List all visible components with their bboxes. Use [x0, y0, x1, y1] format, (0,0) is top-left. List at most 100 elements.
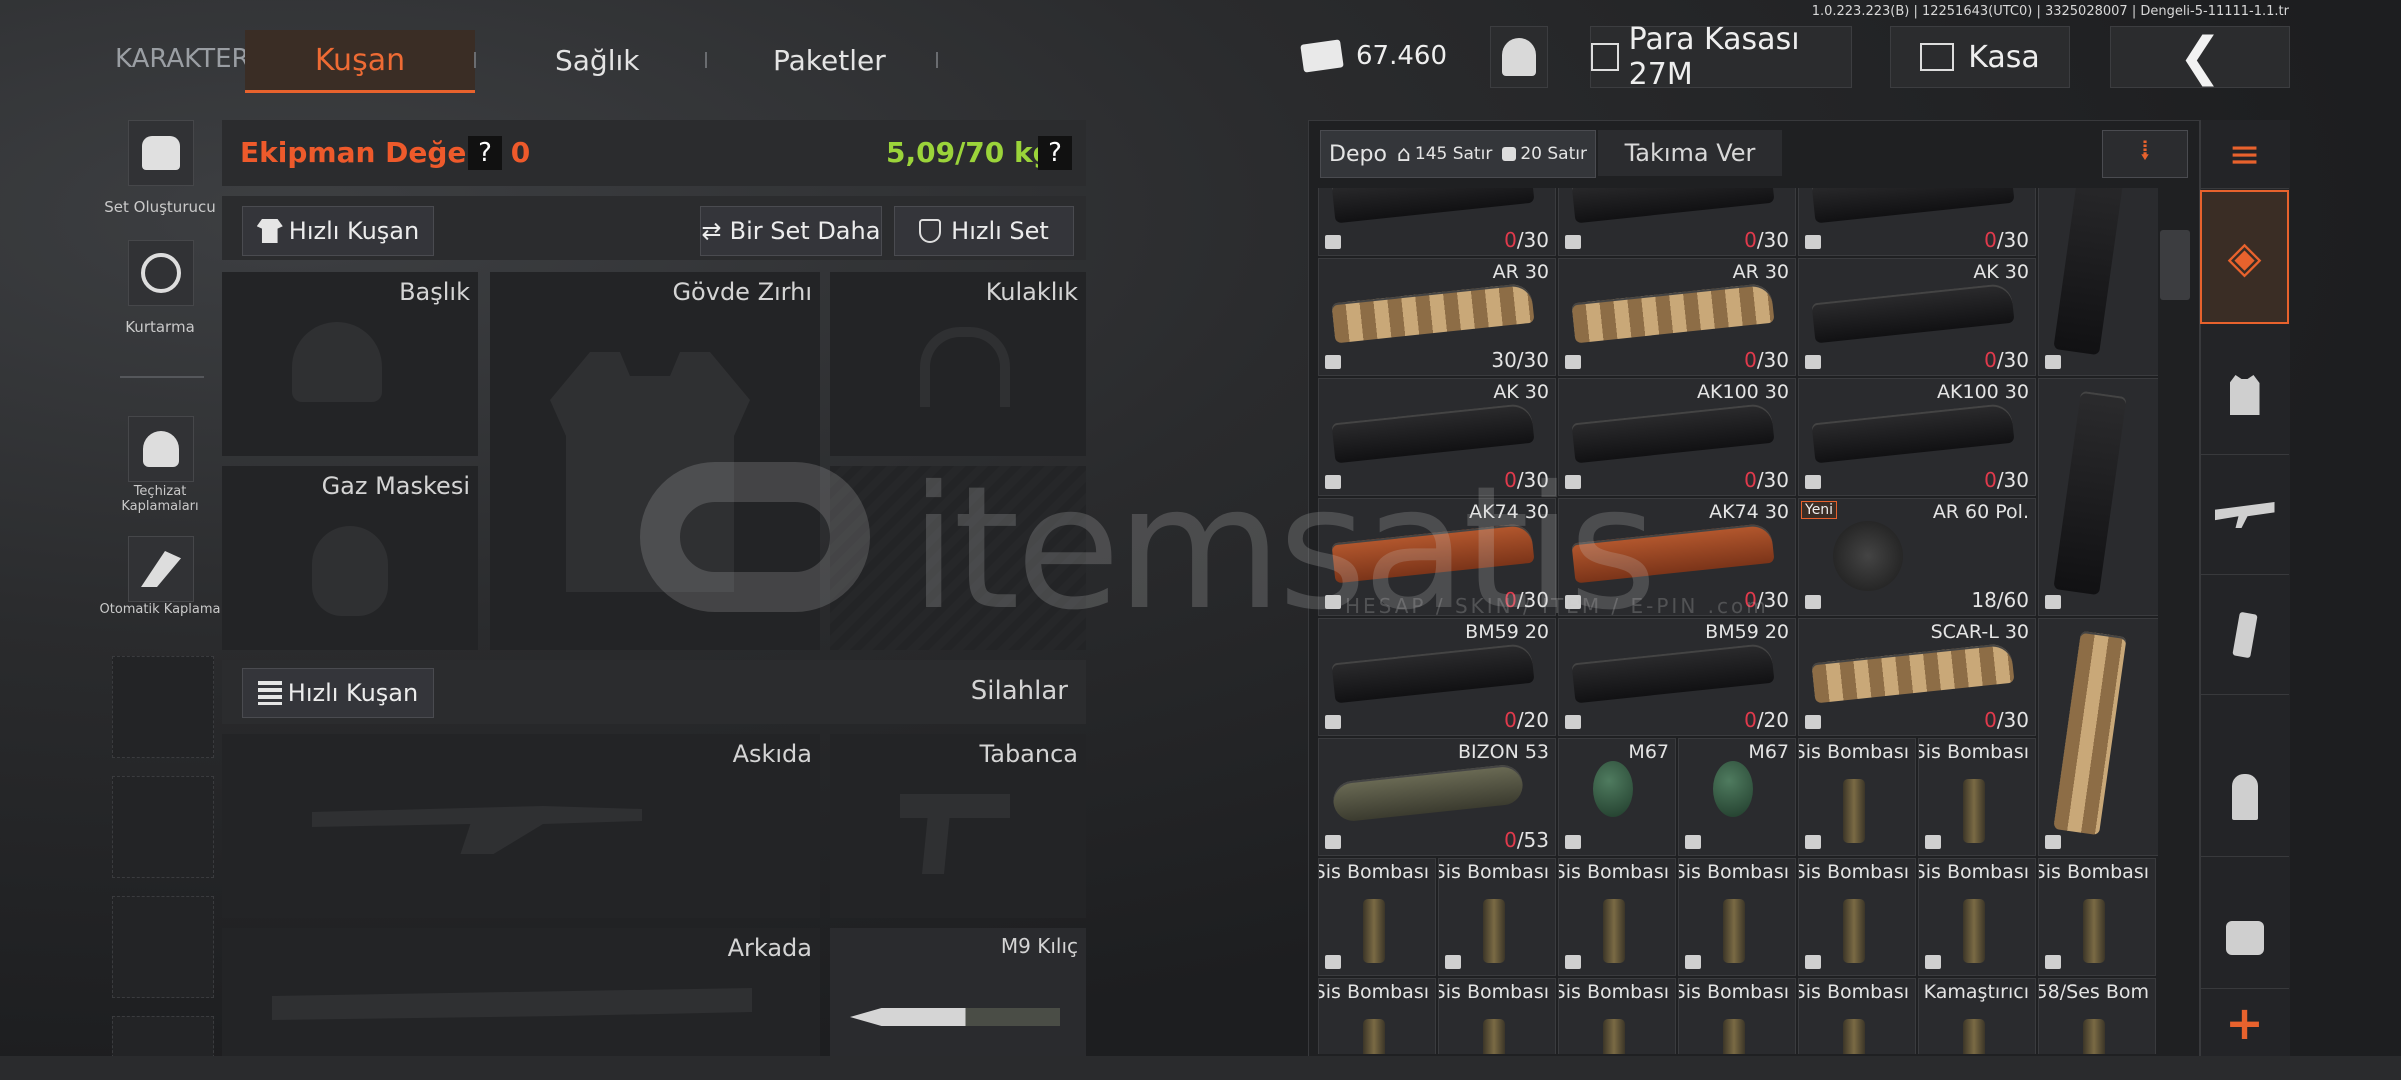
tab-saglik[interactable]: Sağlık: [555, 44, 639, 77]
inventory-item[interactable]: Sis Bombası: [2038, 858, 2156, 976]
sort-button[interactable]: ⭭: [2102, 130, 2188, 178]
inventory-item[interactable]: BIZON 53 0/53: [1318, 738, 1556, 856]
storage-box-icon: [1565, 235, 1581, 249]
takima-ver-tab[interactable]: Takıma Ver: [1598, 130, 1782, 176]
category-selected[interactable]: ◈: [2200, 190, 2289, 324]
inventory-item[interactable]: Sis Bombası: [1558, 858, 1676, 976]
category-all[interactable]: ≡: [2200, 120, 2289, 189]
set-olusturucu-button[interactable]: [128, 120, 194, 186]
magazine-icon: [1571, 188, 1775, 224]
slot-label: Kulaklık: [985, 278, 1078, 306]
hizli-kusan-weapons-button[interactable]: Hızlı Kuşan: [242, 668, 434, 718]
slot-kulaklik[interactable]: Kulaklık: [830, 272, 1086, 456]
inventory-item[interactable]: Sis Bombası: [1438, 858, 1556, 976]
inventory-item[interactable]: AK 30 0/30: [1798, 258, 2036, 376]
inventory-item[interactable]: Sis Bombası: [1918, 738, 2036, 856]
inventory-item[interactable]: Sis Bombası: [1438, 978, 1556, 1054]
inventory-item[interactable]: AR 300/30: [1558, 258, 1796, 376]
item-count-max: /30: [1996, 468, 2029, 492]
item-count: 0/30: [1504, 228, 1549, 252]
inventory-item[interactable]: Sis Bombası: [1678, 858, 1796, 976]
item-count-max: /30: [1996, 348, 2029, 372]
back-button[interactable]: ❮: [2110, 26, 2290, 88]
inventory-item[interactable]: AR 300/30: [1558, 188, 1796, 256]
inventory-item[interactable]: Göz Kamaştırıcı: [1918, 978, 2036, 1054]
operator-button[interactable]: [1490, 26, 1548, 88]
money-amount: 67.460: [1356, 41, 1447, 71]
storage-box-icon: [1805, 955, 1821, 969]
inventory-item[interactable]: SCAR-L 300/30: [1798, 618, 2036, 736]
help-icon[interactable]: ?: [1038, 136, 1072, 170]
empty-slot[interactable]: [112, 776, 214, 878]
slot-baslik[interactable]: Başlık: [222, 272, 478, 456]
inventory-item[interactable]: Sis Bombası: [1798, 738, 1916, 856]
cash-icon: [1300, 39, 1344, 73]
equipment-header: Ekipman Değeri: 0 ? 5,09/70 kg ?: [222, 120, 1086, 186]
recovery-icon: [141, 253, 181, 293]
silahlar-label: Silahlar: [970, 676, 1068, 706]
add-category-button[interactable]: +: [2200, 990, 2289, 1056]
category-attachment[interactable]: [2200, 888, 2289, 989]
slot-gaz-maskesi[interactable]: Gaz Maskesi: [222, 466, 478, 650]
inventory-item[interactable]: M67: [1558, 738, 1676, 856]
inventory-item[interactable]: M67: [1678, 738, 1796, 856]
depo-tab[interactable]: Depo ⌂ 145 Satır 20 Satır: [1320, 130, 1596, 178]
inventory-item[interactable]: Sis Bombası: [1318, 978, 1436, 1054]
magazine-icon: [2053, 630, 2127, 836]
inventory-item[interactable]: AR 300/30: [2038, 188, 2158, 376]
inventory-item[interactable]: AR 300/30: [1798, 188, 2036, 256]
kasa-button[interactable]: Kasa: [1890, 26, 2070, 88]
inventory-item[interactable]: AR 60 Pol. 18/60 Yeni: [1798, 498, 2036, 616]
swap-icon: ⇄: [701, 217, 722, 245]
category-armor[interactable]: [2200, 336, 2289, 455]
item-name: Sis Bombası: [1678, 981, 1789, 1003]
item-count: 0/30: [1744, 228, 1789, 252]
item-name: AR 30: [1732, 261, 1789, 283]
empty-slot[interactable]: [112, 656, 214, 758]
slot-m9[interactable]: M9 Kılıç: [830, 928, 1086, 1056]
empty-slot[interactable]: [112, 1016, 214, 1058]
slot-askida[interactable]: Askıda: [222, 734, 820, 918]
kurtarma-button[interactable]: [128, 240, 194, 306]
tab-paketler[interactable]: Paketler: [773, 44, 886, 77]
empty-slot[interactable]: [112, 896, 214, 998]
slot-tabanca[interactable]: Tabanca: [830, 734, 1086, 918]
inventory-item[interactable]: Sis Bombası: [1918, 858, 2036, 976]
item-count-empty: 0: [1984, 708, 1997, 732]
inventory-item[interactable]: AR 300/30: [1318, 188, 1556, 256]
inventory-item[interactable]: Sis Bombası: [1798, 858, 1916, 976]
category-rifle[interactable]: [2200, 456, 2289, 575]
storage-box-icon: [1805, 355, 1821, 369]
inventory-item[interactable]: AR 30 30/30: [1318, 258, 1556, 376]
slot-label: Askıda: [732, 740, 812, 768]
para-kasasi-button[interactable]: Para Kasası 27M: [1590, 22, 1852, 92]
slot-arkada[interactable]: Arkada: [222, 928, 820, 1056]
tab-kusan[interactable]: Kuşan: [245, 30, 475, 93]
item-name: Sis Bombası: [1318, 861, 1429, 883]
otomatik-button[interactable]: [128, 536, 194, 602]
inventory-item[interactable]: Sis Bombası: [1678, 978, 1796, 1054]
inventory-item[interactable]: Sis Bombası: [1318, 858, 1436, 976]
bir-set-daha-button[interactable]: ⇄ Bir Set Daha: [700, 206, 882, 256]
inventory-item[interactable]: SCAR-L 300/30: [2038, 618, 2158, 856]
smoke-grenade-icon: [1603, 1019, 1625, 1054]
inventory-item[interactable]: Sis Bombası: [1798, 978, 1916, 1054]
inventory-item[interactable]: Sis Bombası: [1558, 978, 1676, 1054]
help-icon[interactable]: ?: [468, 136, 502, 170]
inventory-item[interactable]: K58/Ses Bom: [2038, 978, 2156, 1054]
inventory-scrollbar[interactable]: [2160, 230, 2190, 300]
inventory-item[interactable]: AK100 30 0/30: [1798, 378, 2036, 496]
tab-karakter[interactable]: KARAKTER: [115, 44, 250, 74]
inventory-item[interactable]: AK100-300/30: [2038, 378, 2158, 616]
category-ammo[interactable]: [2200, 738, 2289, 857]
hizli-kusan-button[interactable]: Hızlı Kuşan: [242, 206, 434, 256]
storage-box-icon: [1925, 835, 1941, 849]
hizli-set-button[interactable]: Hızlı Set: [894, 206, 1074, 256]
techizat-button[interactable]: [128, 416, 194, 482]
item-count-empty: 0: [1504, 708, 1517, 732]
category-magazine[interactable]: [2200, 576, 2289, 695]
hizli-kusan-weapons-label: Hızlı Kuşan: [287, 679, 419, 707]
vault-icon: [1591, 43, 1619, 71]
helmet-icon: [143, 431, 179, 467]
slot-label: M9 Kılıç: [1000, 934, 1078, 958]
